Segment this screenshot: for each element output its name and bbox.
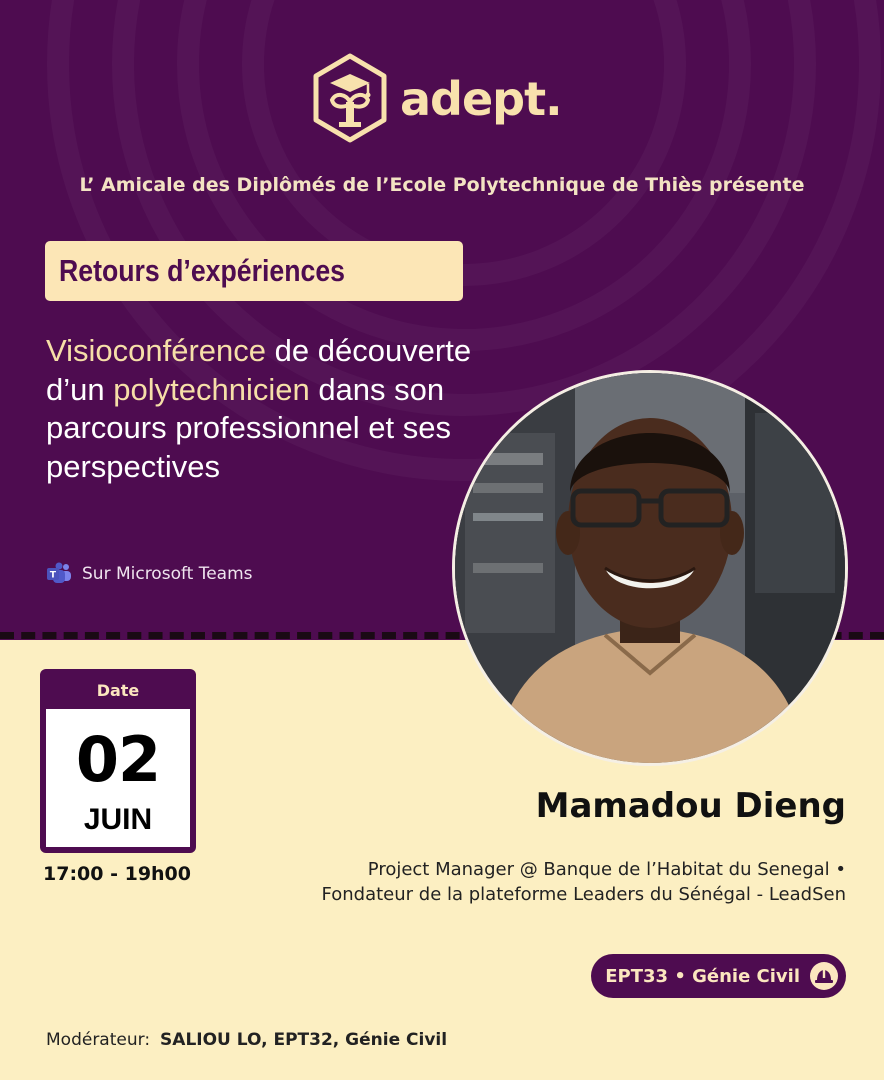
speaker-name: Mamadou Dieng — [535, 786, 846, 826]
microsoft-teams-icon: T — [47, 562, 71, 583]
date-label: Date — [96, 681, 140, 700]
presenter-line: L’ Amicale des Diplômés de l’Ecole Polyt… — [79, 174, 805, 196]
speaker-photo — [452, 370, 848, 766]
event-day: 02 — [75, 723, 161, 796]
moderator-value: SALIOU LO, EPT32, Génie Civil — [160, 1030, 448, 1050]
moderator-line: Modérateur: SALIOU LO, EPT32, Génie Civil — [46, 1030, 447, 1050]
headline-highlight-1: Visioconférence — [46, 333, 267, 368]
event-month: JUIN — [83, 803, 153, 836]
svg-text:T: T — [50, 571, 57, 581]
date-calendar: Date 02 JUIN — [40, 669, 196, 853]
headline-highlight-2: polytechnicien — [113, 371, 310, 407]
moderator-label: Modérateur: — [46, 1030, 151, 1050]
event-type-label: Retours d’expériences — [59, 253, 345, 288]
speaker-promo-badge: EPT33 • Génie Civil — [591, 954, 846, 998]
hard-hat-icon — [810, 962, 838, 990]
calendar-page: 02 JUIN — [46, 709, 190, 847]
event-time: 17:00 - 19h00 — [43, 863, 192, 885]
event-type-tag: Retours d’expériences — [45, 241, 463, 301]
brand-name: adept. — [400, 72, 563, 126]
platform-label: Sur Microsoft Teams — [82, 564, 253, 584]
platform-info: T Sur Microsoft Teams — [46, 561, 253, 587]
event-poster: adept. L’ Amicale des Diplômés de l’Ecol… — [0, 0, 884, 1080]
graduation-emblem-icon — [313, 53, 387, 143]
event-headline: Visioconférence de découverte d’un polyt… — [46, 332, 476, 486]
speaker-bio: Project Manager @ Banque de l’Habitat du… — [321, 859, 846, 905]
promo-label: EPT33 • Génie Civil — [605, 965, 800, 987]
